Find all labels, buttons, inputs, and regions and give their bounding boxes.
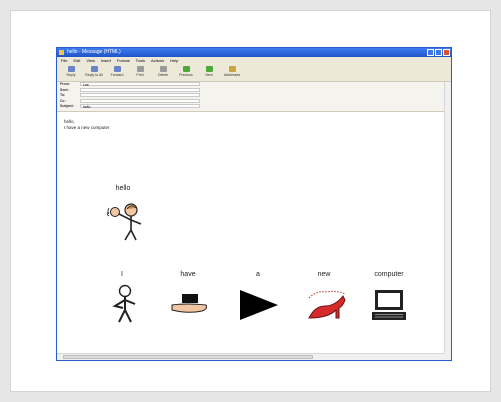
address-book-button[interactable]: Addresses (223, 64, 241, 81)
reply-all-button[interactable]: Reply to All (85, 64, 103, 81)
menu-edit[interactable]: Edit (73, 57, 80, 64)
menu-insert[interactable]: Insert (101, 57, 111, 64)
word-have: have (180, 271, 196, 278)
minimize-button[interactable] (427, 49, 434, 56)
new-shoe-icon (308, 290, 346, 319)
delete-icon (159, 66, 167, 72)
menu-help[interactable]: Help (170, 57, 178, 64)
triangle-icon (240, 290, 278, 320)
menu-view[interactable]: View (86, 57, 95, 64)
waving-person-icon (106, 203, 142, 241)
window-title: hello - Message (HTML) (67, 49, 121, 55)
email-window: hello - Message (HTML) File Edit View In… (56, 47, 452, 361)
word-a: a (256, 271, 260, 278)
delete-button[interactable]: Delete (154, 64, 172, 81)
app-icon (59, 50, 64, 55)
next-button[interactable]: Next (200, 64, 218, 81)
menu-actions[interactable]: Actions (151, 57, 164, 64)
menu-bar: File Edit View Insert Format Tools Actio… (57, 57, 451, 64)
reply-icon (67, 66, 75, 72)
title-bar: hello - Message (HTML) (57, 48, 451, 57)
menu-format[interactable]: Format (117, 57, 130, 64)
from-field[interactable]: Lee (80, 82, 200, 87)
message-body: hello, I have a new computer (64, 119, 110, 130)
window-controls (427, 49, 450, 56)
address-book-icon (228, 66, 236, 72)
header-subject: Subject: hello (57, 104, 451, 110)
horizontal-scroll-thumb[interactable] (63, 355, 313, 359)
subject-field[interactable]: hello (80, 104, 200, 109)
word-computer: computer (374, 271, 404, 278)
forward-button[interactable]: Forward (108, 64, 126, 81)
reply-all-icon (90, 66, 98, 72)
next-icon (205, 66, 213, 72)
maximize-button[interactable] (435, 49, 442, 56)
close-button[interactable] (443, 49, 450, 56)
hand-holding-icon (171, 294, 207, 313)
menu-file[interactable]: File (61, 57, 67, 64)
word-new: new (317, 271, 331, 278)
cc-field[interactable] (80, 98, 200, 103)
word-i: I (121, 271, 123, 278)
to-field[interactable] (80, 93, 200, 97)
sent-field[interactable] (80, 87, 200, 92)
previous-icon (182, 66, 190, 72)
print-icon (136, 66, 144, 72)
forward-icon (113, 66, 121, 72)
person-pointing-icon (112, 284, 136, 323)
horizontal-scrollbar[interactable] (57, 353, 445, 360)
print-button[interactable]: Print (131, 64, 149, 81)
toolbar: Reply Reply to All Forward Print Delete … (57, 64, 451, 82)
body-line-2: I have a new computer (64, 124, 110, 130)
vertical-scrollbar[interactable] (444, 82, 451, 360)
computer-icon (372, 290, 406, 320)
message-headers: From: Lee Sent: To: Cc: Subject: hello (57, 82, 451, 112)
word-hello: hello (115, 185, 131, 192)
menu-tools[interactable]: Tools (136, 57, 145, 64)
reply-button[interactable]: Reply (62, 64, 80, 81)
previous-button[interactable]: Previous (177, 64, 195, 81)
